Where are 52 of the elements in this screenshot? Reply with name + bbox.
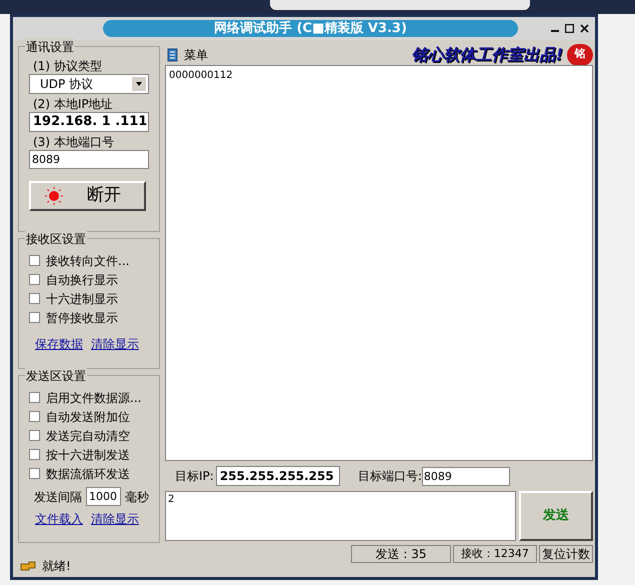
field-label: (1) 协议类型 <box>32 59 103 74</box>
brand-text: 铭心软体工作室出品! <box>412 44 563 66</box>
target-port-field[interactable]: 8089 <box>422 466 510 486</box>
close-icon[interactable] <box>580 24 589 33</box>
local-ip-field[interactable]: 192.168. 1 .111 <box>29 112 149 132</box>
window-title: 网络调试助手 (C■精装版 V3.3) <box>103 20 518 37</box>
target-ip-label: 目标IP: <box>175 468 214 485</box>
menu-icon[interactable] <box>167 48 179 62</box>
checkbox[interactable] <box>29 255 40 266</box>
link[interactable]: 清除显示 <box>91 335 139 353</box>
checkbox-label: 接收转向文件... <box>46 252 130 270</box>
checkbox[interactable] <box>29 312 40 323</box>
unit-label: 毫秒 <box>125 488 149 506</box>
interval-label: 发送间隔 <box>34 488 82 506</box>
checkbox-label: 启用文件数据源... <box>46 390 142 406</box>
local-port-field[interactable]: 8089 <box>29 150 149 169</box>
checkbox[interactable] <box>29 411 40 422</box>
checkbox-label: 十六进制显示 <box>46 290 118 308</box>
checkbox[interactable] <box>29 293 40 304</box>
send-text-area[interactable]: 2 <box>165 491 516 541</box>
target-ip-field[interactable]: 255.255.255.255 <box>216 466 340 486</box>
checkbox-label: 数据流循环发送 <box>46 466 130 482</box>
protocol-dropdown[interactable]: UDP 协议 <box>29 74 149 94</box>
target-port-label: 目标端口号: <box>358 468 422 485</box>
field-label: (3) 本地端口号 <box>32 135 115 150</box>
checkbox-label: 暂停接收显示 <box>46 310 118 326</box>
link[interactable]: 保存数据 <box>35 335 83 353</box>
field-label: (2) 本地IP地址 <box>32 97 114 112</box>
group-title: 接收区设置 <box>25 230 87 248</box>
checkbox-label: 发送完自动清空 <box>46 428 130 444</box>
send-button[interactable]: 发送 <box>519 491 593 541</box>
sent-counter: 发送 : 35 <box>351 545 451 563</box>
receive-area: 0000000112 <box>165 65 593 461</box>
checkbox[interactable] <box>29 430 40 441</box>
interval-field[interactable]: 1000 <box>86 487 121 506</box>
checkbox-label: 自动换行显示 <box>46 272 118 288</box>
checkbox[interactable] <box>29 449 40 460</box>
checkbox-label: 自动发送附加位 <box>46 408 130 426</box>
status-text: 就绪! <box>42 558 71 575</box>
checkbox[interactable] <box>29 392 40 403</box>
menu-label[interactable]: 菜单 <box>184 46 208 64</box>
disconnect-button[interactable]: 断开 <box>29 181 146 211</box>
checkbox-label: 按十六进制发送 <box>46 446 130 464</box>
checkbox[interactable] <box>29 274 40 285</box>
link[interactable]: 清除显示 <box>91 510 139 528</box>
heart-badge: 铭 <box>567 44 593 66</box>
reset-count-button[interactable]: 复位计数 <box>539 545 593 563</box>
search-field[interactable] <box>270 0 530 10</box>
received-counter: 接收 : 12347 <box>453 545 537 563</box>
checkbox[interactable] <box>29 468 40 479</box>
maximize-icon[interactable] <box>565 24 574 33</box>
link[interactable]: 文件载入 <box>35 510 83 528</box>
